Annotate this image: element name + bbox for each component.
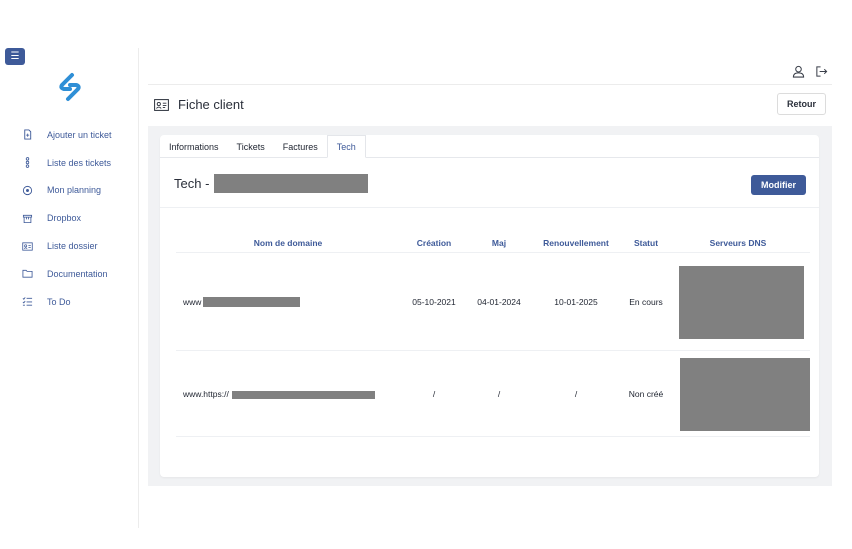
folder-icon [18, 267, 36, 281]
column-header-creation[interactable]: Création [417, 238, 451, 248]
sidebar-item-label: Mon planning [47, 185, 102, 196]
edit-button[interactable]: Modifier [751, 175, 806, 195]
back-button[interactable]: Retour [777, 93, 826, 115]
sidebar-divider [138, 48, 139, 528]
section-divider [160, 207, 819, 208]
row-divider [176, 436, 810, 437]
id-card-icon [154, 98, 169, 111]
target-icon [18, 183, 36, 197]
tab-tickets[interactable]: Tickets [228, 135, 274, 158]
sidebar-item-label: Documentation [47, 268, 108, 279]
checklist-icon [18, 295, 36, 309]
menu-toggle-button[interactable]: ☰ [5, 48, 25, 65]
box-icon [18, 211, 36, 225]
column-header-renouvellement[interactable]: Renouvellement [543, 238, 609, 248]
row-divider [176, 350, 810, 351]
redacted-domain [203, 297, 300, 307]
column-header-statut[interactable]: Statut [634, 238, 658, 248]
redacted-client-name [214, 174, 368, 193]
sidebar-item-liste-dossier[interactable]: Liste dossier [18, 232, 136, 260]
sidebar-item-to-do[interactable]: To Do [18, 288, 136, 316]
cell-creation: / [432, 389, 436, 399]
cell-statut: Non créé [628, 389, 664, 399]
sidebar-item-documentation[interactable]: Documentation [18, 260, 136, 288]
redacted-dns-servers [679, 266, 804, 339]
header-divider [148, 84, 832, 85]
sidebar-nav: Ajouter un ticket Liste des tickets Mon … [18, 121, 136, 316]
app-logo[interactable] [55, 72, 85, 102]
document-add-icon [18, 128, 36, 142]
header-row-divider [176, 252, 810, 253]
logout-icon[interactable] [814, 64, 828, 78]
cell-creation: 05-10-2021 [412, 297, 456, 307]
cell-maj: 04-01-2024 [477, 297, 521, 307]
section-title: Tech - [174, 176, 210, 191]
redacted-domain [232, 391, 375, 399]
sidebar-item-mon-planning[interactable]: Mon planning [18, 177, 136, 205]
user-icon[interactable] [791, 64, 805, 78]
cell-statut: En cours [629, 297, 663, 307]
sidebar-item-label: To Do [47, 296, 71, 307]
sidebar-item-dropbox[interactable]: Dropbox [18, 204, 136, 232]
sidebar-item-label: Liste dossier [47, 241, 98, 252]
page-title: Fiche client [154, 97, 244, 112]
hamburger-icon: ☰ [10, 51, 20, 62]
id-card-icon [18, 239, 36, 253]
cell-maj: / [497, 389, 501, 399]
cell-renouvellement: 10-01-2025 [554, 297, 598, 307]
column-header-maj[interactable]: Maj [492, 238, 506, 248]
redacted-dns-servers [680, 358, 810, 431]
cell-domain[interactable]: www.https:// [183, 389, 229, 399]
tab-bar: Informations Tickets Factures Tech [160, 135, 366, 158]
tab-factures[interactable]: Factures [274, 135, 327, 158]
sidebar-item-label: Liste des tickets [47, 157, 112, 168]
sidebar-item-label: Dropbox [47, 213, 82, 224]
cell-domain[interactable]: www [183, 297, 201, 307]
tab-tech[interactable]: Tech [326, 135, 366, 158]
client-card: Informations Tickets Factures Tech Tech … [160, 135, 819, 477]
ticket-list-icon [18, 156, 36, 170]
page-title-text: Fiche client [178, 97, 244, 112]
sidebar-item-ajouter-ticket[interactable]: Ajouter un ticket [18, 121, 136, 149]
column-header-dns[interactable]: Serveurs DNS [710, 238, 767, 248]
sidebar-item-label: Ajouter un ticket [47, 129, 112, 140]
top-actions [791, 64, 828, 78]
cell-renouvellement: / [574, 389, 578, 399]
column-header-domain[interactable]: Nom de domaine [254, 238, 322, 248]
sidebar-item-liste-tickets[interactable]: Liste des tickets [18, 149, 136, 177]
tab-informations[interactable]: Informations [160, 135, 228, 158]
